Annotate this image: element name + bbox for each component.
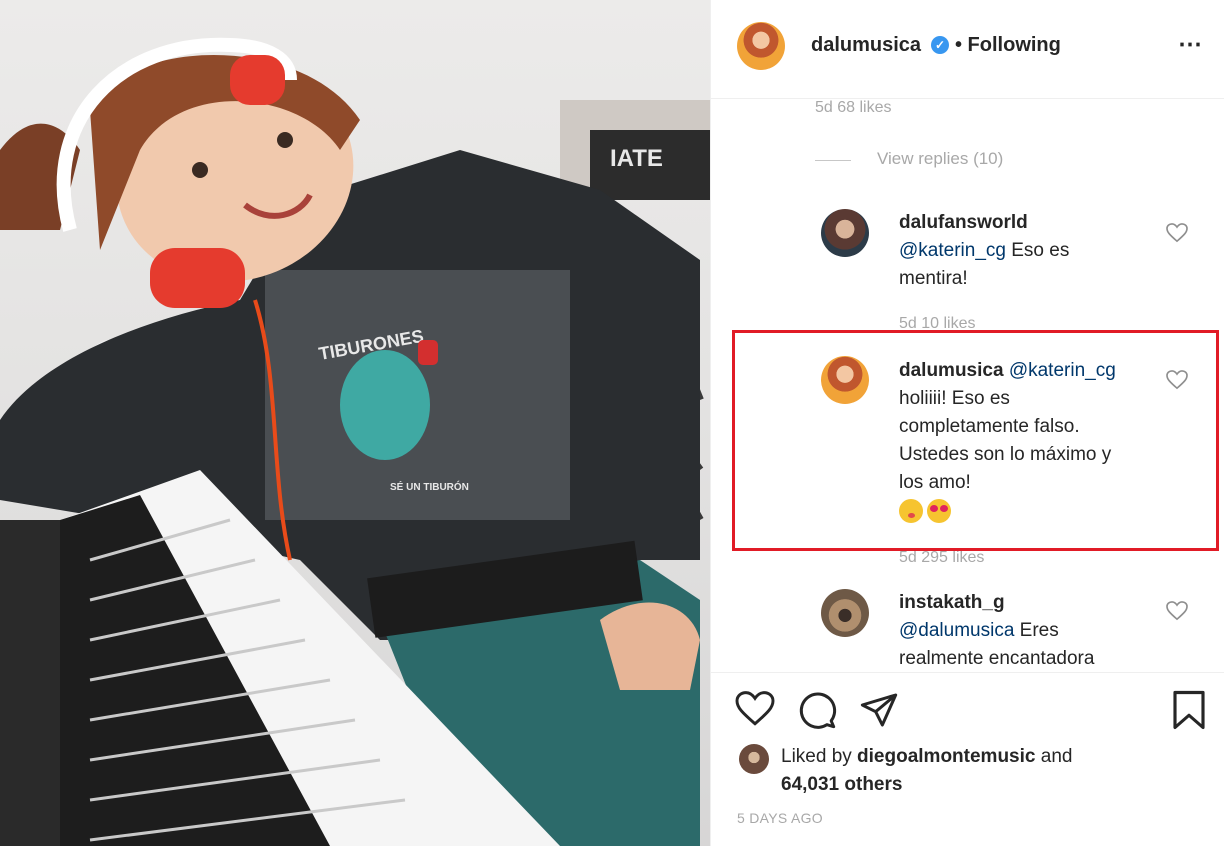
- commenter-avatar[interactable]: [821, 589, 869, 637]
- post-photo: IATE TIBURONES SÉ UN TIBURÓN: [0, 0, 710, 846]
- like-comment-heart-icon[interactable]: [1166, 601, 1188, 621]
- liker-avatar[interactable]: [739, 744, 769, 774]
- owner-username[interactable]: dalumusica: [811, 34, 921, 57]
- keyboard-brand-text: IATE: [610, 145, 663, 172]
- post-image: IATE TIBURONES SÉ UN TIBURÓN: [0, 37, 710, 846]
- liked-by-summary: Liked by diegoalmontemusic and 64,031 ot…: [781, 743, 1072, 799]
- post-header: dalumusica ✓ • Following ⋯: [711, 0, 1224, 99]
- comment-text: Eso es: [1005, 240, 1070, 261]
- verified-badge-icon: ✓: [931, 36, 949, 54]
- comment-text-cont: realmente encantadora: [899, 648, 1095, 669]
- liked-by-prefix: Liked by: [781, 746, 858, 767]
- comment-username[interactable]: dalufansworld: [899, 212, 1028, 233]
- commenter-avatar[interactable]: [821, 209, 869, 257]
- like-comment-heart-icon[interactable]: [1166, 223, 1188, 243]
- more-options-icon[interactable]: ⋯: [1178, 30, 1203, 59]
- save-bookmark-icon[interactable]: [1171, 689, 1207, 731]
- following-status[interactable]: • Following: [955, 34, 1061, 57]
- comment-bubble-icon[interactable]: [797, 690, 837, 730]
- comment-body: dalufansworld @katerin_cg Eso es mentira…: [899, 209, 1069, 293]
- owner-avatar[interactable]: [737, 22, 785, 70]
- previous-comment-meta: 5d 68 likes: [815, 99, 892, 116]
- liked-by-user[interactable]: diegoalmontemusic: [857, 746, 1035, 767]
- comment-text: Eres: [1014, 620, 1059, 641]
- view-replies-button[interactable]: View replies (10): [877, 149, 1003, 169]
- view-replies-line: [815, 160, 851, 161]
- shirt-caption-text: SÉ UN TIBURÓN: [390, 480, 469, 493]
- share-paper-plane-icon[interactable]: [859, 690, 899, 730]
- liked-by-and: and: [1035, 746, 1073, 767]
- comment-mention[interactable]: @dalumusica: [899, 620, 1014, 641]
- comment-mention[interactable]: @katerin_cg: [899, 240, 1006, 261]
- post-date[interactable]: 5 DAYS AGO: [737, 810, 823, 826]
- comment-text-cont: mentira!: [899, 268, 968, 289]
- comment-body: instakath_g @dalumusica Eres realmente e…: [899, 589, 1094, 671]
- highlight-box: [732, 330, 1219, 551]
- comment-meta: 5d 295 likes: [899, 549, 985, 566]
- comment-username[interactable]: instakath_g: [899, 592, 1005, 613]
- liked-by-others[interactable]: 64,031 others: [781, 774, 902, 795]
- like-heart-icon[interactable]: [735, 691, 775, 727]
